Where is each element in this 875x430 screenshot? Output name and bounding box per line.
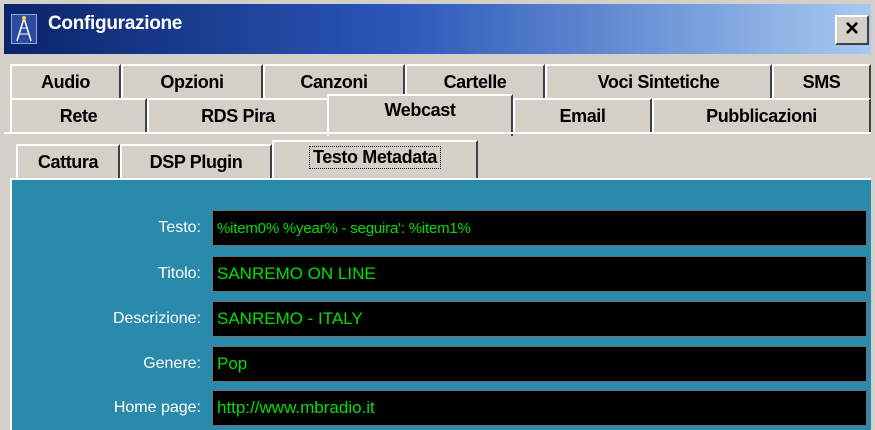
tab-voci-sintetiche[interactable]: Voci Sintetiche [545,64,772,98]
tab-pubblicazioni[interactable]: Pubblicazioni [652,98,871,132]
subtab-cattura[interactable]: Cattura [16,144,120,178]
metadata-panel: Testo: %item0% %year% - seguira': %item1… [10,178,871,430]
window-title: Configurazione [48,13,183,34]
close-button[interactable]: × [835,15,869,45]
tab-cartelle[interactable]: Cartelle [405,64,545,98]
titolo-field[interactable]: SANREMO ON LINE [212,256,867,292]
antenna-tower-icon [11,14,37,44]
tab-opzioni[interactable]: Opzioni [121,64,263,98]
home-page-field[interactable]: http://www.mbradio.it [212,390,867,426]
tab-email[interactable]: Email [513,98,652,132]
tab-audio[interactable]: Audio [10,64,121,98]
subtab-cattura-label: Cattura [37,151,99,172]
descrizione-field[interactable]: SANREMO - ITALY [212,301,867,337]
subtab-testo-metadata-label: Testo Metadata [308,146,442,169]
tab-separator [4,132,871,134]
tab-webcast[interactable]: Webcast [327,94,513,136]
subtab-dsp-plugin-label: DSP Plugin [149,151,243,172]
genere-field[interactable]: Pop [212,346,867,382]
tab-canzoni[interactable]: Canzoni [263,64,405,98]
home-page-label: Home page: [113,399,201,416]
tab-sms[interactable]: SMS [772,64,871,98]
titolo-label: Titolo: [158,265,201,282]
subtab-testo-metadata[interactable]: Testo Metadata [272,140,478,180]
tab-rds-pira[interactable]: RDS Pira [147,98,329,132]
configuration-window: Configurazione × Audio Opzioni Canzoni C… [0,0,875,430]
genere-label: Genere: [143,355,201,372]
descrizione-label: Descrizione: [112,310,201,327]
tab-rete[interactable]: Rete [10,98,147,132]
subtab-dsp-plugin[interactable]: DSP Plugin [120,144,272,178]
title-bar[interactable]: Configurazione × [4,4,871,54]
testo-field[interactable]: %item0% %year% - seguira': %item1% [212,210,867,246]
testo-label: Testo: [158,219,201,236]
